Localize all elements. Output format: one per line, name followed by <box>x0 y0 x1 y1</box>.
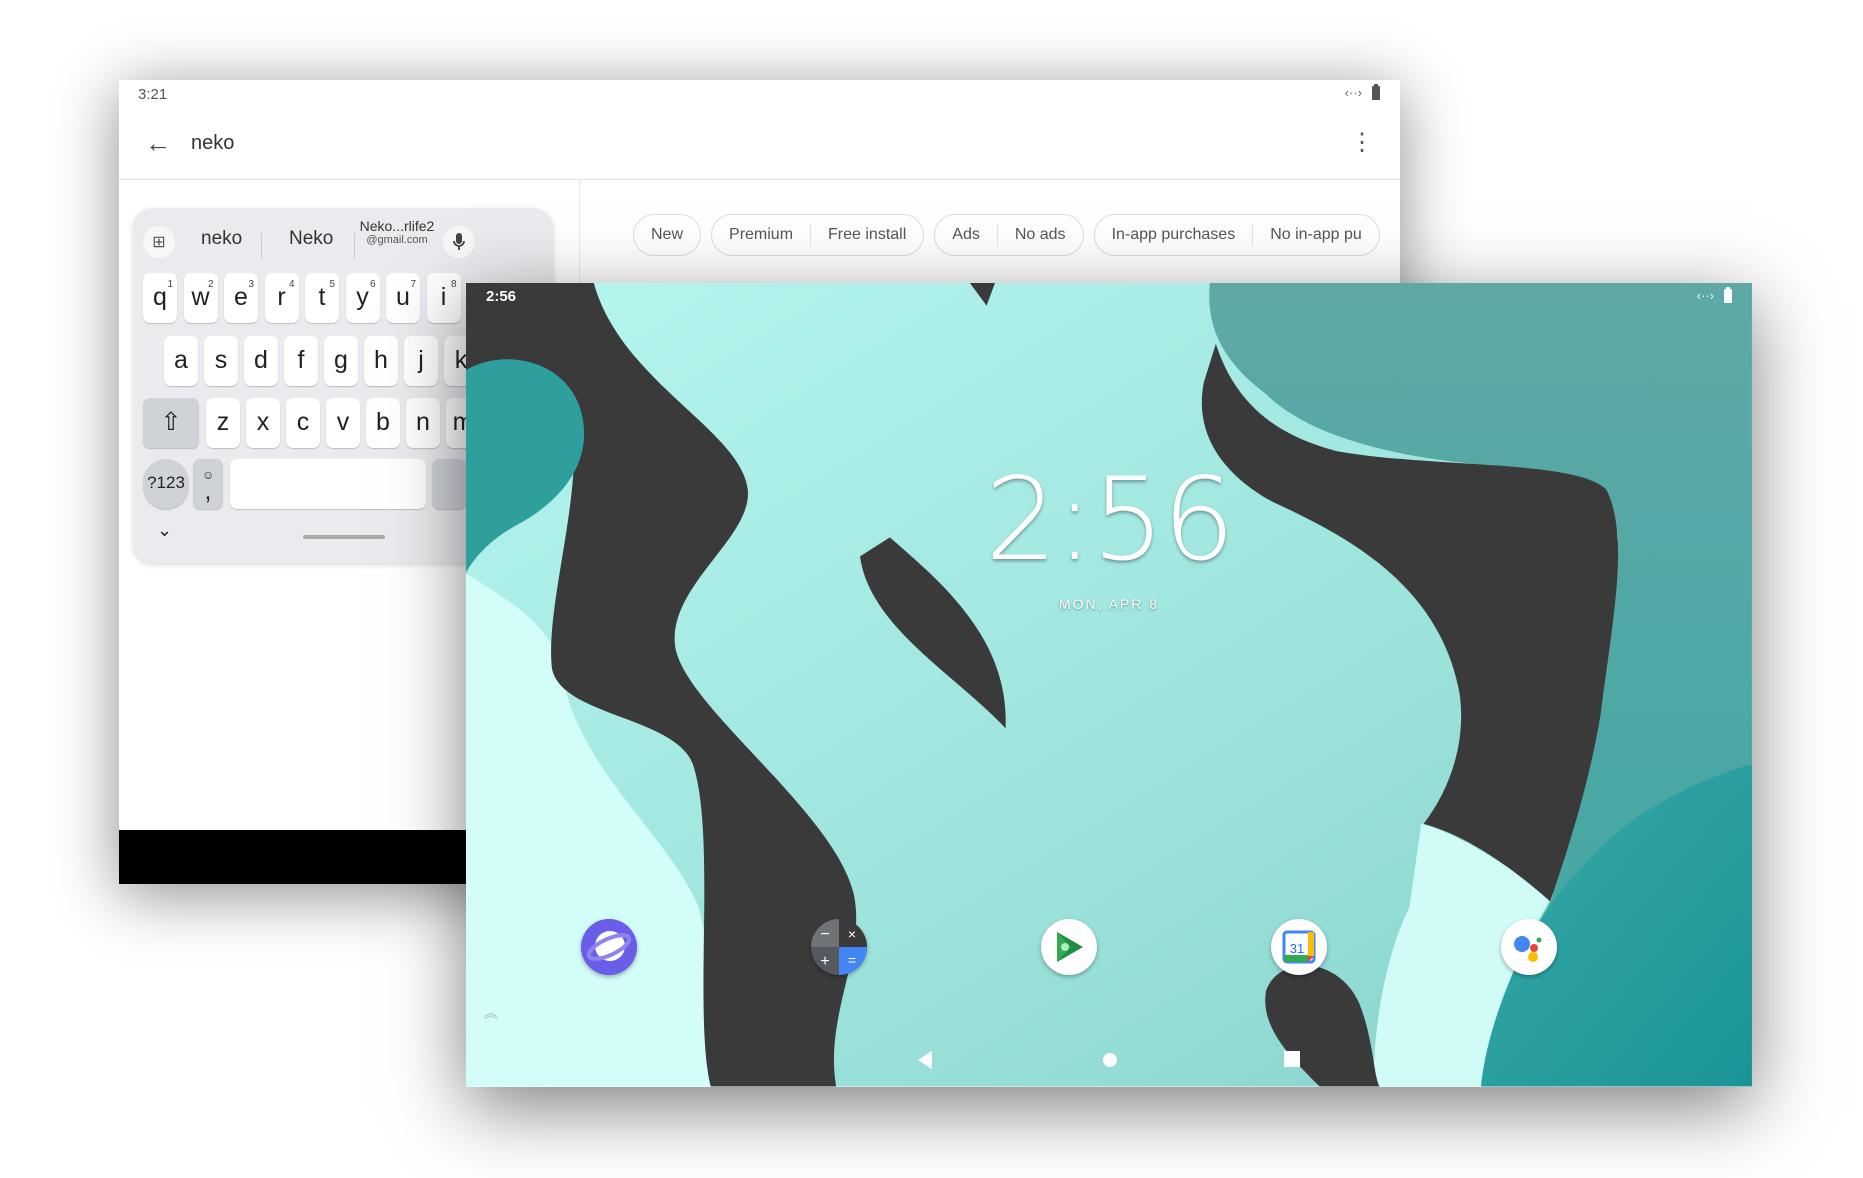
network-icon: ‹··› <box>1344 85 1362 100</box>
filter-chip-iap: In-app purchases No in-app pu <box>1093 214 1380 256</box>
emoji-icon: ☺ <box>202 468 215 482</box>
search-query[interactable]: neko <box>191 132 234 155</box>
symbols-key[interactable]: ?123 <box>143 459 189 509</box>
key-number-hint: 7 <box>410 279 416 290</box>
network-icon: ‹··› <box>1696 288 1714 303</box>
chip-option[interactable]: In-app purchases <box>1095 215 1253 255</box>
divider <box>261 233 262 259</box>
calendar-day: 31 <box>1290 941 1304 956</box>
svg-text:=: = <box>848 952 856 968</box>
more-options-icon[interactable]: ⋮ <box>1350 128 1374 157</box>
space-key[interactable] <box>230 459 426 509</box>
suggestion[interactable]: Neko <box>289 228 333 250</box>
key-label: r <box>277 283 286 311</box>
calculator-icon[interactable]: − × + = <box>811 919 867 975</box>
lock-date: MON, APR 8 <box>1058 596 1160 612</box>
key-f[interactable]: f <box>284 336 318 386</box>
email-line1: Neko...rlife2 <box>359 218 435 234</box>
wallpaper <box>466 283 1752 1087</box>
key-label: y <box>356 283 369 311</box>
chip-option[interactable]: Ads <box>935 215 997 255</box>
key-s[interactable]: s <box>204 336 238 386</box>
key-label: e <box>234 283 248 311</box>
period-key[interactable] <box>432 459 466 509</box>
key-label: t <box>318 283 326 311</box>
key-q[interactable]: q1 <box>143 273 177 323</box>
key-b[interactable]: b <box>366 398 400 448</box>
filter-chips: New Premium Free install Ads No ads In-app… <box>633 214 1380 256</box>
key-v[interactable]: v <box>326 398 360 448</box>
google-calendar-icon[interactable]: 31 <box>1271 919 1327 975</box>
key-number-hint: 3 <box>248 279 254 290</box>
key-number-hint: 2 <box>207 279 214 290</box>
filter-chip-new: New <box>633 214 702 256</box>
svg-text:+: + <box>820 953 829 970</box>
shift-key[interactable]: ⇧ <box>143 398 199 448</box>
battery-icon <box>1372 83 1380 100</box>
key-h[interactable]: h <box>364 336 398 386</box>
chip-option[interactable]: Premium <box>712 215 810 255</box>
key-label: w <box>191 283 210 311</box>
key-i[interactable]: i8 <box>426 273 461 323</box>
status-icons: ‹··› <box>1696 286 1732 303</box>
key-label: i <box>440 283 447 311</box>
svg-text:−: − <box>820 926 829 943</box>
app-drawer-chevron-icon[interactable]: ︽ <box>484 1003 498 1023</box>
battery-icon <box>1724 286 1732 303</box>
home-screen-window: 2:56 ‹··› 2:56 MON, APR 8 − × + = 31 ︽ <box>466 283 1752 1087</box>
key-x[interactable]: x <box>246 398 280 448</box>
filter-chip-price: Premium Free install <box>711 214 925 256</box>
key-d[interactable]: d <box>244 336 278 386</box>
apps-grid-icon[interactable]: ⊞ <box>143 226 175 258</box>
status-time: 2:56 <box>486 288 517 305</box>
key-c[interactable]: c <box>286 398 320 448</box>
email-suggestion[interactable]: Neko...rlife2 @gmail.com <box>359 218 435 246</box>
key-a[interactable]: a <box>164 336 198 386</box>
chip-option[interactable]: No ads <box>996 224 1083 246</box>
key-w[interactable]: w2 <box>183 273 218 323</box>
lock-clock: 2:56 <box>985 453 1235 586</box>
key-t[interactable]: t5 <box>305 273 339 323</box>
key-u[interactable]: u7 <box>386 273 420 323</box>
key-j[interactable]: j <box>404 336 438 386</box>
play-games-icon[interactable] <box>1041 919 1097 975</box>
key-e[interactable]: e3 <box>224 273 258 323</box>
key-number-hint: 5 <box>329 279 335 290</box>
nav-home-button[interactable] <box>1102 1052 1118 1073</box>
comma-emoji-key[interactable]: ☺, <box>193 459 223 509</box>
suggestion[interactable]: neko <box>201 228 242 250</box>
filter-chip-ads: Ads No ads <box>934 214 1084 256</box>
samsung-internet-icon[interactable] <box>581 919 637 975</box>
nav-back-button[interactable] <box>918 1051 932 1074</box>
status-time: 3:21 <box>138 86 168 103</box>
key-r[interactable]: r4 <box>264 273 299 323</box>
key-number-hint: 4 <box>288 279 295 290</box>
key-label: u <box>396 283 410 311</box>
key-number-hint: 1 <box>167 279 173 290</box>
svg-text:×: × <box>848 926 856 942</box>
key-label: q <box>153 283 167 311</box>
chip-option[interactable]: No in-app pu <box>1252 224 1379 246</box>
key-g[interactable]: g <box>324 336 358 386</box>
key-number-hint: 6 <box>369 279 376 290</box>
key-number-hint: 8 <box>450 279 457 290</box>
divider <box>119 179 1400 180</box>
suggestion-strip: ⊞ neko Neko Neko...rlife2 @gmail.com <box>133 208 553 268</box>
key-n[interactable]: n <box>406 398 440 448</box>
chip-option[interactable]: Free install <box>810 224 923 246</box>
back-arrow-icon[interactable]: ← <box>145 128 171 159</box>
key-z[interactable]: z <box>206 398 240 448</box>
nav-recents-button[interactable] <box>1284 1051 1300 1072</box>
keyboard-resize-handle[interactable] <box>303 535 385 539</box>
microphone-icon[interactable] <box>443 226 475 258</box>
email-line2: @gmail.com <box>366 234 428 246</box>
chip-option[interactable]: New <box>634 215 700 255</box>
key-y[interactable]: y6 <box>345 273 380 323</box>
chevron-down-icon[interactable]: ⌄ <box>157 520 172 541</box>
divider <box>354 233 355 259</box>
status-icons: ‹··› <box>1344 83 1380 100</box>
google-assistant-icon[interactable] <box>1501 919 1557 975</box>
